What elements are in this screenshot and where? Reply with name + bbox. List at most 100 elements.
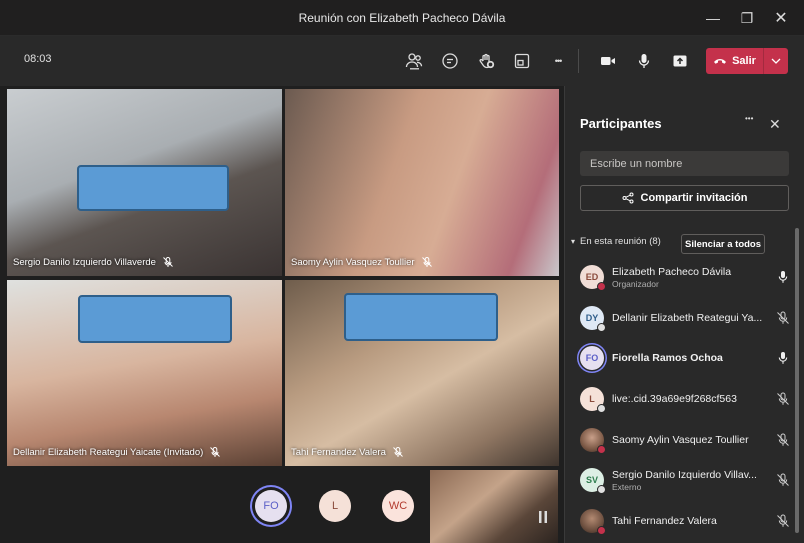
participants-button[interactable]	[396, 46, 432, 76]
panel-more-button[interactable]: •••	[745, 114, 753, 123]
phone-hangup-icon	[714, 59, 727, 64]
toolbar-left-icons: •••	[396, 46, 576, 76]
panel-scrollbar[interactable]	[795, 228, 799, 533]
microphone-icon	[778, 352, 788, 364]
share-screen-icon	[673, 55, 687, 67]
reactions-button[interactable]	[468, 46, 504, 76]
status-indicator	[597, 323, 606, 332]
chat-icon	[442, 53, 458, 69]
section-label: En esta reunión (8)	[580, 236, 661, 247]
participant-name: live:.cid.39a69e9f268cf563	[612, 393, 737, 405]
more-icon: •••	[554, 56, 563, 66]
video-tile[interactable]: Saomy Aylin Vasquez Toullier	[285, 89, 559, 276]
mute-all-button[interactable]: Silenciar a todos	[681, 234, 765, 254]
chevron-down-icon	[771, 58, 781, 64]
people-icon	[405, 53, 423, 70]
pause-icon	[539, 511, 547, 523]
microphone-icon	[638, 54, 650, 68]
avatar: FO	[580, 346, 604, 370]
raise-hand-icon	[479, 53, 495, 69]
participant-role: Organizador	[612, 278, 659, 289]
mic-off-icon	[393, 447, 403, 457]
participant-search-input[interactable]: Escribe un nombre	[580, 151, 789, 176]
video-tile[interactable]: Sergio Danilo Izquierdo Villaverde	[7, 89, 282, 276]
toolbar-divider	[578, 49, 579, 73]
mic-off-icon	[777, 433, 789, 446]
rooms-button[interactable]	[504, 46, 540, 76]
video-participant-name: Dellanir Elizabeth Reategui Yaicate (Inv…	[13, 446, 221, 458]
toolbar-media-controls	[590, 46, 698, 76]
avatar-photo	[580, 428, 606, 454]
avatar: L	[580, 387, 606, 413]
video-tile[interactable]: Tahi Fernandez Valera	[285, 280, 559, 466]
video-participant-name: Sergio Danilo Izquierdo Villaverde	[13, 256, 174, 268]
status-indicator	[597, 445, 606, 454]
close-window-button[interactable]: ✕	[764, 0, 798, 36]
participant-row[interactable]: L live:.cid.39a69e9f268cf563	[580, 384, 790, 414]
participant-row[interactable]: Tahi Fernandez Valera	[580, 506, 790, 536]
participant-row[interactable]: ED Elizabeth Pacheco Dávila Organizador	[580, 262, 790, 292]
window-controls: — ❐ ✕	[696, 0, 798, 36]
participant-row[interactable]: DY Dellanir Elizabeth Reategui Ya...	[580, 303, 790, 333]
leave-button-group: Salir	[706, 48, 788, 74]
mic-off-icon	[163, 257, 173, 267]
leave-options-button[interactable]	[764, 48, 788, 74]
window-title: Reunión con Elizabeth Pacheco Dávila	[298, 10, 506, 25]
privacy-mask	[344, 293, 498, 341]
mic-off-icon	[777, 473, 789, 486]
camera-icon	[601, 57, 615, 65]
participant-row[interactable]: SV Sergio Danilo Izquierdo Villav... Ext…	[580, 465, 790, 495]
status-indicator	[597, 404, 606, 413]
avatar: ED	[580, 265, 606, 291]
share-invite-label: Compartir invitación	[640, 192, 748, 204]
self-preview-video[interactable]	[430, 470, 558, 543]
participant-row[interactable]: Saomy Aylin Vasquez Toullier	[580, 425, 790, 455]
video-participant-name: Tahi Fernandez Valera	[291, 446, 404, 458]
participant-name: Dellanir Elizabeth Reategui Ya...	[612, 312, 763, 324]
participant-name: Fiorella Ramos Ochoa	[612, 352, 723, 364]
participant-avatar[interactable]: WC	[382, 490, 414, 522]
status-indicator	[597, 485, 606, 494]
microphone-button[interactable]	[626, 46, 662, 76]
microphone-icon	[778, 271, 788, 283]
mic-off-icon	[777, 514, 789, 527]
share-screen-button[interactable]	[662, 46, 698, 76]
participant-avatar[interactable]: L	[319, 490, 351, 522]
caret-down-icon: ▾	[571, 237, 576, 246]
participant-name: Elizabeth Pacheco Dávila	[612, 265, 732, 278]
participant-row[interactable]: FO Fiorella Ramos Ochoa	[580, 343, 790, 373]
video-participant-name: Saomy Aylin Vasquez Toullier	[291, 256, 433, 268]
in-meeting-section-toggle[interactable]: ▾ En esta reunión (8)	[571, 236, 661, 247]
more-actions-button[interactable]: •••	[540, 46, 576, 76]
participant-name: Tahi Fernandez Valera	[612, 515, 717, 527]
avatar-photo	[580, 509, 606, 535]
avatar: DY	[580, 306, 606, 332]
participants-panel: Participantes ••• ✕ Escribe un nombre Co…	[564, 86, 804, 543]
status-indicator	[597, 526, 606, 535]
minimize-button[interactable]: —	[696, 0, 730, 36]
participant-role: Externo	[612, 481, 642, 492]
share-icon	[622, 192, 634, 204]
participant-avatar[interactable]: FO	[255, 490, 287, 522]
mic-off-icon	[777, 311, 789, 324]
meeting-timer: 08:03	[24, 53, 52, 65]
meeting-toolbar: 08:03 ••• Salir	[0, 36, 804, 86]
leave-button[interactable]: Salir	[706, 48, 764, 74]
panel-close-button[interactable]: ✕	[769, 116, 781, 133]
leave-label: Salir	[732, 55, 756, 67]
panel-title: Participantes	[580, 116, 662, 131]
status-indicator	[597, 282, 606, 291]
camera-button[interactable]	[590, 46, 626, 76]
video-tile[interactable]: Dellanir Elizabeth Reategui Yaicate (Inv…	[7, 280, 282, 466]
mic-off-icon	[210, 447, 221, 457]
mic-off-icon	[777, 392, 789, 405]
mic-off-icon	[421, 257, 432, 267]
maximize-button[interactable]: ❐	[730, 0, 764, 36]
share-invite-button[interactable]: Compartir invitación	[580, 185, 789, 211]
breakout-rooms-icon	[514, 53, 530, 69]
chat-button[interactable]	[432, 46, 468, 76]
privacy-mask	[78, 295, 232, 343]
participant-name: Saomy Aylin Vasquez Toullier	[612, 434, 749, 446]
privacy-mask	[77, 165, 229, 211]
title-bar: Reunión con Elizabeth Pacheco Dávila — ❐…	[0, 0, 804, 36]
